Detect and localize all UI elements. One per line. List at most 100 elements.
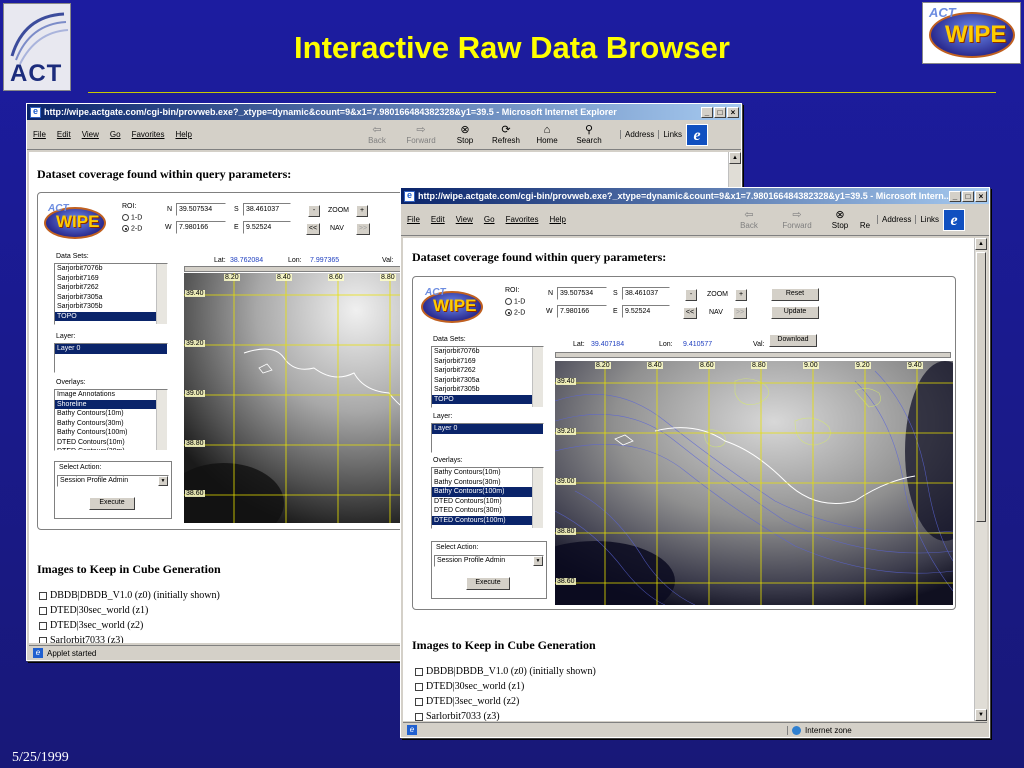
menu-help[interactable]: Help [549, 215, 565, 224]
image-checkbox[interactable] [415, 682, 423, 691]
minimize-button[interactable]: _ [949, 190, 961, 202]
datasets-list[interactable]: Sarjorbit7076b Sarjorbit7169 Sarjorbit7262… [431, 346, 544, 408]
nav-right-button[interactable]: >> [733, 307, 747, 319]
dataset-item[interactable]: Sarjorbit7262 [432, 366, 543, 376]
image-checkbox-row[interactable]: DBDB|DBDB_V1.0 (z0) (initially shown) [39, 590, 220, 601]
south-input[interactable]: 38.461037 [243, 203, 291, 216]
overlay-item[interactable]: Bathy Contours(100m) [432, 487, 543, 497]
image-checkbox[interactable] [415, 697, 423, 706]
image-checkbox[interactable] [39, 606, 47, 615]
overlay-item[interactable]: Bathy Contours(10m) [432, 468, 543, 478]
links-label[interactable]: Links [658, 130, 682, 139]
close-button[interactable]: × [727, 106, 739, 118]
stop-button[interactable]: ⊗ Stop [446, 124, 484, 145]
image-checkbox[interactable] [415, 667, 423, 676]
zoom-in-button[interactable]: + [356, 205, 368, 217]
overlay-item[interactable]: DTED Contours(10m) [432, 497, 543, 507]
overlays-list[interactable]: Bathy Contours(10m) Bathy Contours(30m) Ba… [431, 467, 544, 529]
reset-button[interactable]: Reset [771, 288, 819, 301]
nav-left-button[interactable]: << [306, 223, 320, 235]
window2-titlebar[interactable]: http://wipe.actgate.com/cgi-bin/provweb.… [401, 188, 989, 204]
dataset-item[interactable]: Sarjorbit7076b [55, 264, 167, 274]
layer-item[interactable]: Layer 0 [55, 344, 167, 354]
overlay-item[interactable]: DTED Contours(10m) [55, 438, 167, 448]
forward-button[interactable]: ⇨ Forward [771, 209, 823, 230]
menu-edit[interactable]: Edit [431, 215, 445, 224]
maximize-button[interactable]: □ [962, 190, 974, 202]
map-view[interactable]: 8.20 8.40 8.60 8.80 39.40 39.20 39.00 38.80 38.6… [184, 273, 430, 523]
map-hscroll[interactable] [184, 266, 430, 272]
menu-go[interactable]: Go [110, 130, 121, 139]
image-checkbox[interactable] [39, 636, 47, 643]
radio-1d[interactable]: 1-D [122, 214, 142, 221]
dataset-item[interactable]: TOPO [55, 311, 167, 321]
overlay-item[interactable]: Bathy Contours(100m) [55, 428, 167, 438]
map-view[interactable]: 8.20 8.40 8.60 8.80 9.00 9.20 9.40 39.40 39.20 39… [555, 361, 953, 605]
refresh-button[interactable]: Re [857, 209, 873, 230]
dataset-item[interactable]: TOPO [432, 394, 543, 404]
zoom-in-button[interactable]: + [735, 289, 747, 301]
image-checkbox-row[interactable]: DTED|30sec_world (z1) [415, 681, 524, 692]
north-input[interactable]: 39.507534 [176, 203, 226, 216]
back-button[interactable]: ⇦ Back [358, 124, 396, 145]
overlay-item[interactable]: DTED Contours(100m) [432, 515, 543, 525]
address-bar-label[interactable]: Address [877, 215, 911, 224]
dataset-item[interactable]: Sarjorbit7305a [55, 293, 167, 303]
overlay-item[interactable]: Bathy Contours(10m) [55, 409, 167, 419]
nav-right-button[interactable]: >> [356, 223, 370, 235]
scroll-down-icon[interactable]: ▼ [975, 709, 987, 721]
menu-go[interactable]: Go [484, 215, 495, 224]
overlay-item[interactable]: Image Annotations [55, 390, 167, 400]
stop-button[interactable]: ⊗ Stop [823, 209, 857, 230]
minimize-button[interactable]: _ [701, 106, 713, 118]
menu-file[interactable]: File [33, 130, 46, 139]
west-input[interactable]: 7.980166 [557, 305, 607, 318]
dataset-item[interactable]: Sarjorbit7305b [55, 302, 167, 312]
scroll-up-icon[interactable]: ▲ [975, 238, 987, 250]
dataset-item[interactable]: Sarjorbit7262 [55, 283, 167, 293]
download-button[interactable]: Download [769, 334, 817, 347]
image-checkbox[interactable] [39, 591, 47, 600]
layer-item[interactable]: Layer 0 [432, 424, 543, 434]
update-button[interactable]: Update [771, 306, 819, 319]
select-action-dropdown[interactable]: Session Profile Admin ▼ [57, 475, 169, 487]
menu-view[interactable]: View [82, 130, 99, 139]
menu-file[interactable]: File [407, 215, 420, 224]
address-bar-label[interactable]: Address [620, 130, 654, 139]
south-input[interactable]: 38.461037 [622, 287, 670, 300]
execute-button[interactable]: Execute [466, 577, 510, 590]
execute-button[interactable]: Execute [89, 497, 135, 510]
radio-2d[interactable]: 2-D [505, 309, 525, 316]
dataset-item[interactable]: Sarjorbit7305a [432, 376, 543, 386]
scroll-up-icon[interactable]: ▲ [729, 152, 741, 164]
image-checkbox-row[interactable]: DTED|3sec_world (z2) [39, 620, 143, 631]
image-checkbox[interactable] [415, 712, 423, 721]
radio-2d[interactable]: 2-D [122, 225, 142, 232]
layer-list[interactable]: Layer 0 [431, 423, 544, 453]
menu-help[interactable]: Help [175, 130, 191, 139]
menu-edit[interactable]: Edit [57, 130, 71, 139]
home-button[interactable]: ⌂ Home [528, 124, 566, 145]
radio-1d[interactable]: 1-D [505, 298, 525, 305]
layer-list[interactable]: Layer 0 [54, 343, 168, 373]
west-input[interactable]: 7.980166 [176, 221, 226, 234]
select-action-dropdown[interactable]: Session Profile Admin ▼ [434, 555, 544, 567]
dataset-item[interactable]: Sarjorbit7305b [432, 385, 543, 395]
menu-view[interactable]: View [456, 215, 473, 224]
zoom-out-button[interactable]: - [685, 289, 697, 301]
close-button[interactable]: × [975, 190, 987, 202]
east-input[interactable]: 9.52524 [243, 221, 291, 234]
menu-favorites[interactable]: Favorites [132, 130, 165, 139]
maximize-button[interactable]: □ [714, 106, 726, 118]
nav-left-button[interactable]: << [683, 307, 697, 319]
forward-button[interactable]: ⇨ Forward [396, 124, 446, 145]
image-checkbox-row[interactable]: DTED|30sec_world (z1) [39, 605, 148, 616]
dataset-item[interactable]: Sarjorbit7076b [432, 347, 543, 357]
image-checkbox-row[interactable]: Sarlorbit7033 (z3) [415, 711, 500, 721]
overlay-item[interactable]: Bathy Contours(30m) [432, 478, 543, 488]
overlay-item[interactable]: DTED Contours(30m) [432, 506, 543, 516]
links-label[interactable]: Links [915, 215, 939, 224]
image-checkbox-row[interactable]: DTED|3sec_world (z2) [415, 696, 519, 707]
zoom-out-button[interactable]: - [308, 205, 320, 217]
window1-titlebar[interactable]: http://wipe.actgate.com/cgi-bin/provweb.… [27, 104, 741, 120]
